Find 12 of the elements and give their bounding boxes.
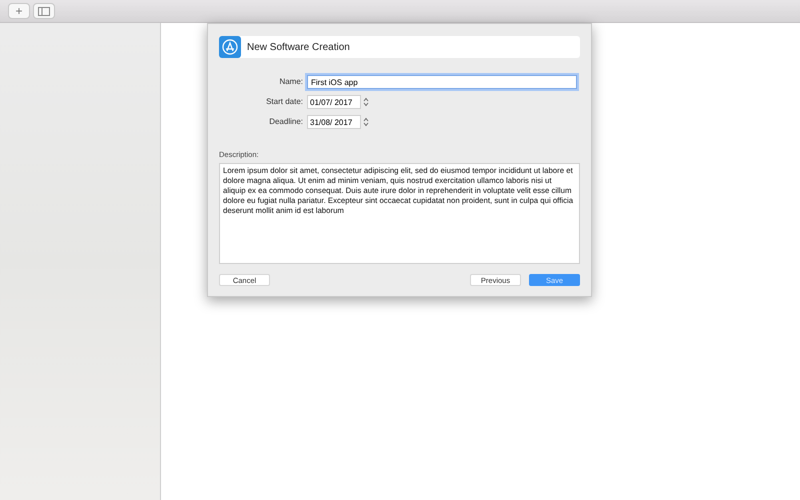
date-field[interactable]: 01/07/ 2017 bbox=[307, 95, 361, 109]
sidebar-toggle-button[interactable] bbox=[33, 3, 55, 19]
dialog-title: New Software Creation bbox=[247, 40, 350, 54]
sidebar-icon bbox=[38, 6, 50, 16]
stepper-icon[interactable] bbox=[363, 97, 369, 107]
add-button[interactable]: + bbox=[8, 3, 30, 19]
date-field[interactable]: 31/08/ 2017 bbox=[307, 115, 361, 129]
field-label: Start date: bbox=[265, 96, 303, 108]
field-label: Name: bbox=[278, 76, 303, 88]
name-field[interactable]: First iOS app bbox=[307, 75, 577, 89]
field-label: Deadline: bbox=[268, 116, 303, 128]
stepper-icon[interactable] bbox=[363, 117, 369, 127]
